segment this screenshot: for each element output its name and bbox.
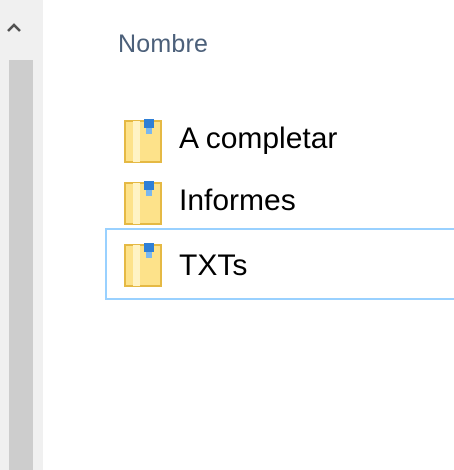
folder-icon [124, 243, 162, 287]
list-item[interactable]: Informes [105, 170, 454, 232]
vertical-scrollbar[interactable] [0, 0, 43, 470]
column-header-name[interactable]: Nombre [118, 30, 208, 59]
file-name: Informes [179, 184, 296, 217]
folder-icon [124, 119, 162, 163]
list-item[interactable]: A completar [105, 108, 454, 170]
chevron-up-icon [7, 23, 21, 32]
file-name: A completar [179, 122, 338, 155]
folder-icon [124, 181, 162, 225]
file-name: TXTs [179, 249, 248, 282]
scroll-up-button[interactable] [0, 0, 43, 60]
file-list: A completar Informes TXTs [105, 108, 454, 300]
list-item-selected[interactable]: TXTs [105, 228, 454, 300]
scrollbar-thumb[interactable] [9, 60, 33, 470]
file-explorer-pane: Nombre A completar Informes TXTs [0, 0, 454, 470]
